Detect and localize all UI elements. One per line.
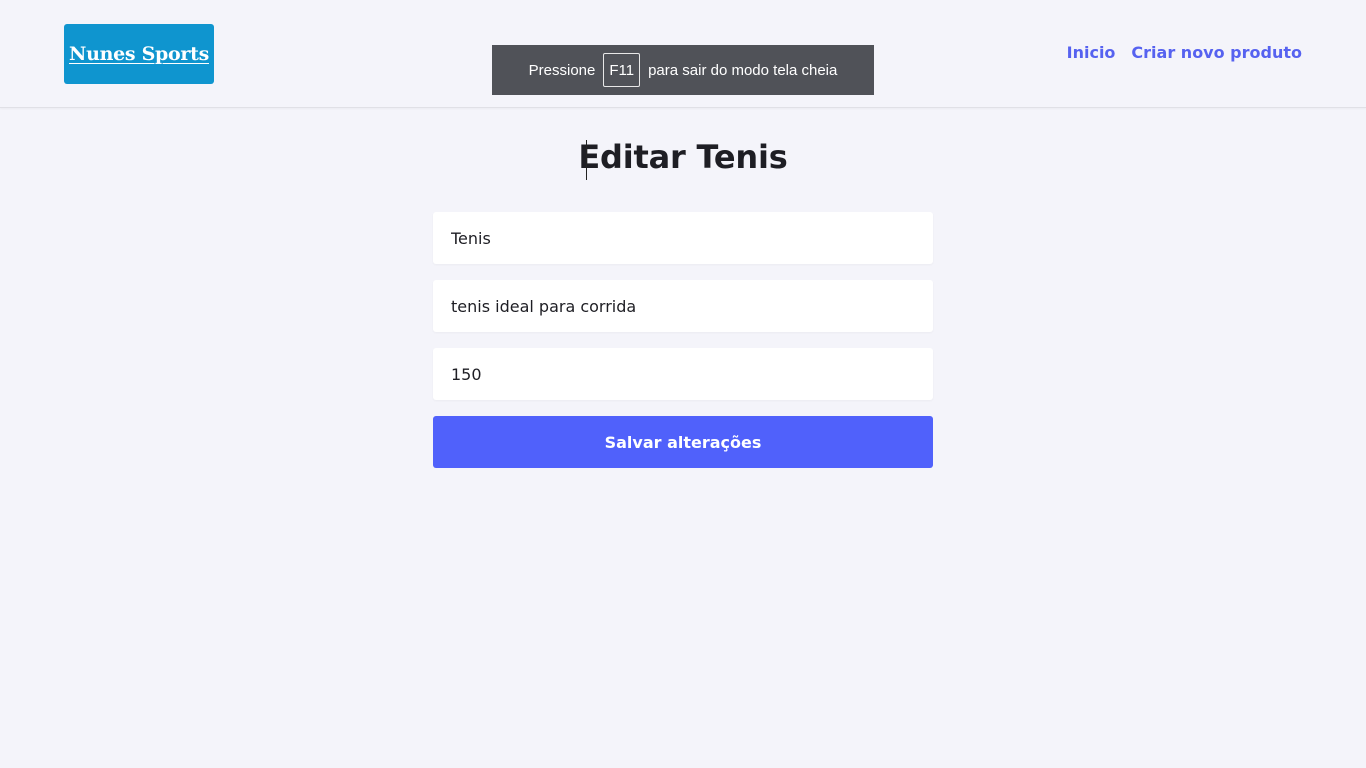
brand-logo-text: Nunes Sports [69, 43, 209, 65]
main-nav: Inicio Criar novo produto [1067, 43, 1302, 62]
product-name-input[interactable] [433, 212, 933, 264]
text-caret [586, 140, 587, 180]
nav-link-inicio[interactable]: Inicio [1067, 43, 1116, 62]
f11-key-badge: F11 [603, 53, 641, 87]
product-description-input[interactable] [433, 280, 933, 332]
brand-logo[interactable]: Nunes Sports [64, 24, 214, 84]
fullscreen-notice-prefix: Pressione [528, 61, 596, 79]
save-changes-button[interactable]: Salvar alterações [433, 416, 933, 468]
page-title: Editar Tenis [578, 138, 788, 176]
nav-link-criar-novo-produto[interactable]: Criar novo produto [1131, 43, 1302, 62]
fullscreen-notice-suffix: para sair do modo tela cheia [648, 61, 838, 79]
product-price-input[interactable] [433, 348, 933, 400]
edit-product-form: Salvar alterações [433, 212, 933, 468]
fullscreen-notice: Pressione F11 para sair do modo tela che… [492, 45, 874, 95]
